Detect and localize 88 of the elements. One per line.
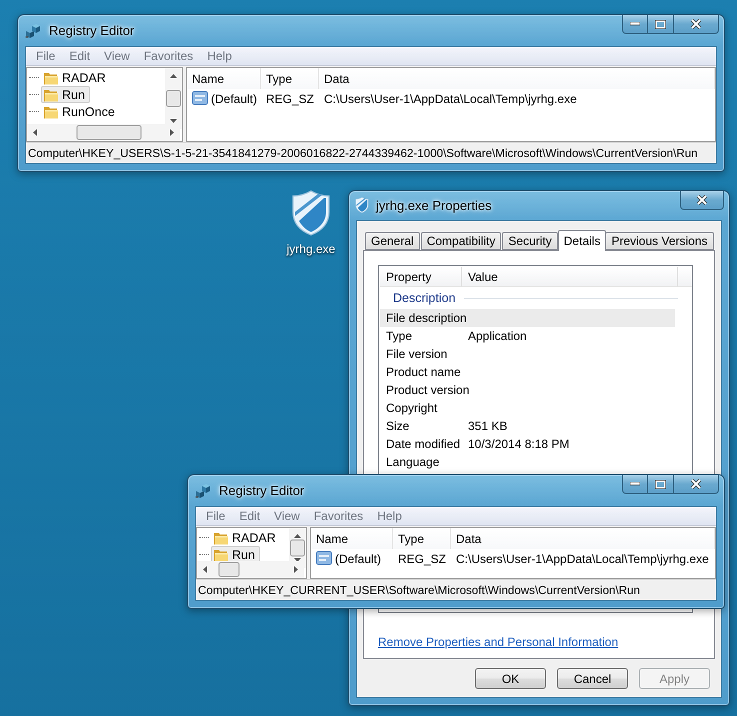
menu-item[interactable]: Edit [232, 509, 268, 523]
close-icon [690, 479, 702, 489]
property-value: 10/3/2014 8:18 PM [468, 437, 570, 451]
menu-item[interactable]: Help [200, 49, 239, 63]
column-header[interactable]: Data [319, 68, 715, 89]
shield-small-icon [355, 197, 369, 214]
menu-item[interactable]: Help [370, 509, 409, 523]
column-header[interactable]: Data [451, 528, 715, 549]
property-name: Copyright [385, 401, 438, 415]
property-row[interactable]: Copyright [380, 399, 675, 417]
maximize-icon [655, 20, 666, 28]
menu-item[interactable]: View [267, 509, 307, 523]
window-title: Registry Editor [219, 483, 304, 498]
file-label[interactable]: jyrhg.exe [286, 242, 336, 256]
tree-item[interactable]: RADAR [41, 69, 111, 86]
tree-item[interactable]: Run [41, 86, 90, 103]
vertical-scrollbar[interactable] [165, 68, 182, 129]
registry-path: Computer\HKEY_CURRENT_USER\Software\Microsoft\Windows\CurrentVersion\Run [198, 584, 640, 596]
property-name: Date modified [385, 437, 462, 451]
property-row[interactable]: Date modified 10/3/2014 8:18 PM [380, 435, 675, 453]
tab[interactable]: General [365, 232, 420, 250]
tree-item[interactable]: RADAR [211, 529, 281, 546]
menu-item[interactable]: File [199, 509, 232, 523]
close-button[interactable] [674, 475, 719, 494]
property-name: Type [385, 329, 414, 343]
property-name: Product name [385, 365, 462, 379]
menu-item[interactable]: Edit [62, 49, 98, 63]
value-name[interactable]: (Default) [187, 91, 261, 106]
menu-item[interactable]: Favorites [136, 49, 200, 63]
property-row[interactable]: File version [380, 345, 675, 363]
property-row[interactable]: Language [380, 453, 675, 471]
maximize-button[interactable] [648, 475, 674, 494]
property-row[interactable]: File description [380, 309, 675, 327]
property-row[interactable]: Product version [380, 381, 675, 399]
column-header[interactable]: Type [393, 528, 451, 549]
column-header[interactable]: Name [311, 528, 393, 549]
property-name: Language [385, 455, 440, 469]
registry-path: Computer\HKEY_USERS\S-1-5-21-3541841279-2006016822-2744339462-1000\Software\Microsoft\Windows\CurrentVersion\Run [28, 146, 698, 160]
column-header[interactable]: Name [187, 68, 261, 89]
maximize-icon [655, 480, 666, 488]
menu-item[interactable]: View [97, 49, 137, 63]
cubes-icon [194, 482, 212, 500]
tab[interactable]: Security [502, 232, 558, 250]
string-value-icon [192, 91, 208, 106]
tab[interactable]: Previous Versions [605, 232, 714, 250]
tab[interactable]: Details [558, 230, 606, 251]
property-value: 351 KB [468, 419, 508, 433]
minimize-icon [630, 482, 640, 486]
shield-icon[interactable] [291, 190, 331, 236]
column-header[interactable]: Value [462, 267, 678, 287]
column-header[interactable]: Property [380, 267, 462, 287]
menu-item[interactable]: File [29, 49, 62, 63]
close-icon [696, 195, 708, 205]
property-row[interactable]: Product name [380, 363, 675, 381]
maximize-button[interactable] [648, 15, 674, 34]
section-heading: Description [393, 291, 456, 305]
horizontal-scrollbar[interactable] [197, 561, 304, 578]
menu-item[interactable]: Favorites [306, 509, 370, 523]
horizontal-scrollbar[interactable] [27, 124, 180, 141]
dialog-button[interactable]: OK [475, 668, 546, 689]
cubes-icon [24, 22, 42, 40]
tree-item[interactable]: RunOnce [41, 103, 120, 120]
close-icon [690, 19, 702, 29]
minimize-icon [630, 22, 640, 26]
column-header[interactable]: Type [261, 68, 319, 89]
close-button[interactable] [680, 191, 724, 210]
property-row[interactable]: Size 351 KB [380, 417, 675, 435]
value-type: REG_SZ [397, 552, 448, 566]
property-name: Size [385, 419, 410, 433]
minimize-button[interactable] [622, 15, 648, 34]
value-data: C:\Users\User-1\AppData\Local\Temp\jyrhg.exe [323, 92, 578, 106]
property-name: Product version [385, 383, 468, 397]
value-data: C:\Users\User-1\AppData\Local\Temp\jyrhg.exe [455, 552, 710, 566]
string-value-icon [316, 551, 332, 566]
tab[interactable]: Compatibility [420, 232, 502, 250]
value-type: REG_SZ [265, 92, 316, 106]
remove-properties-link[interactable]: Remove Properties and Personal Information [378, 635, 618, 649]
window-title: Registry Editor [49, 23, 134, 38]
property-row[interactable]: Type Application [380, 327, 675, 345]
value-name[interactable]: (Default) [311, 551, 393, 566]
dialog-button[interactable]: Cancel [557, 668, 628, 689]
minimize-button[interactable] [622, 475, 648, 494]
close-button[interactable] [674, 15, 719, 34]
property-value: Application [468, 329, 527, 343]
property-name: File description [385, 311, 468, 325]
window-title: jyrhg.exe Properties [376, 198, 492, 213]
property-name: File version [385, 347, 448, 361]
tree-item[interactable]: Run [211, 546, 260, 561]
